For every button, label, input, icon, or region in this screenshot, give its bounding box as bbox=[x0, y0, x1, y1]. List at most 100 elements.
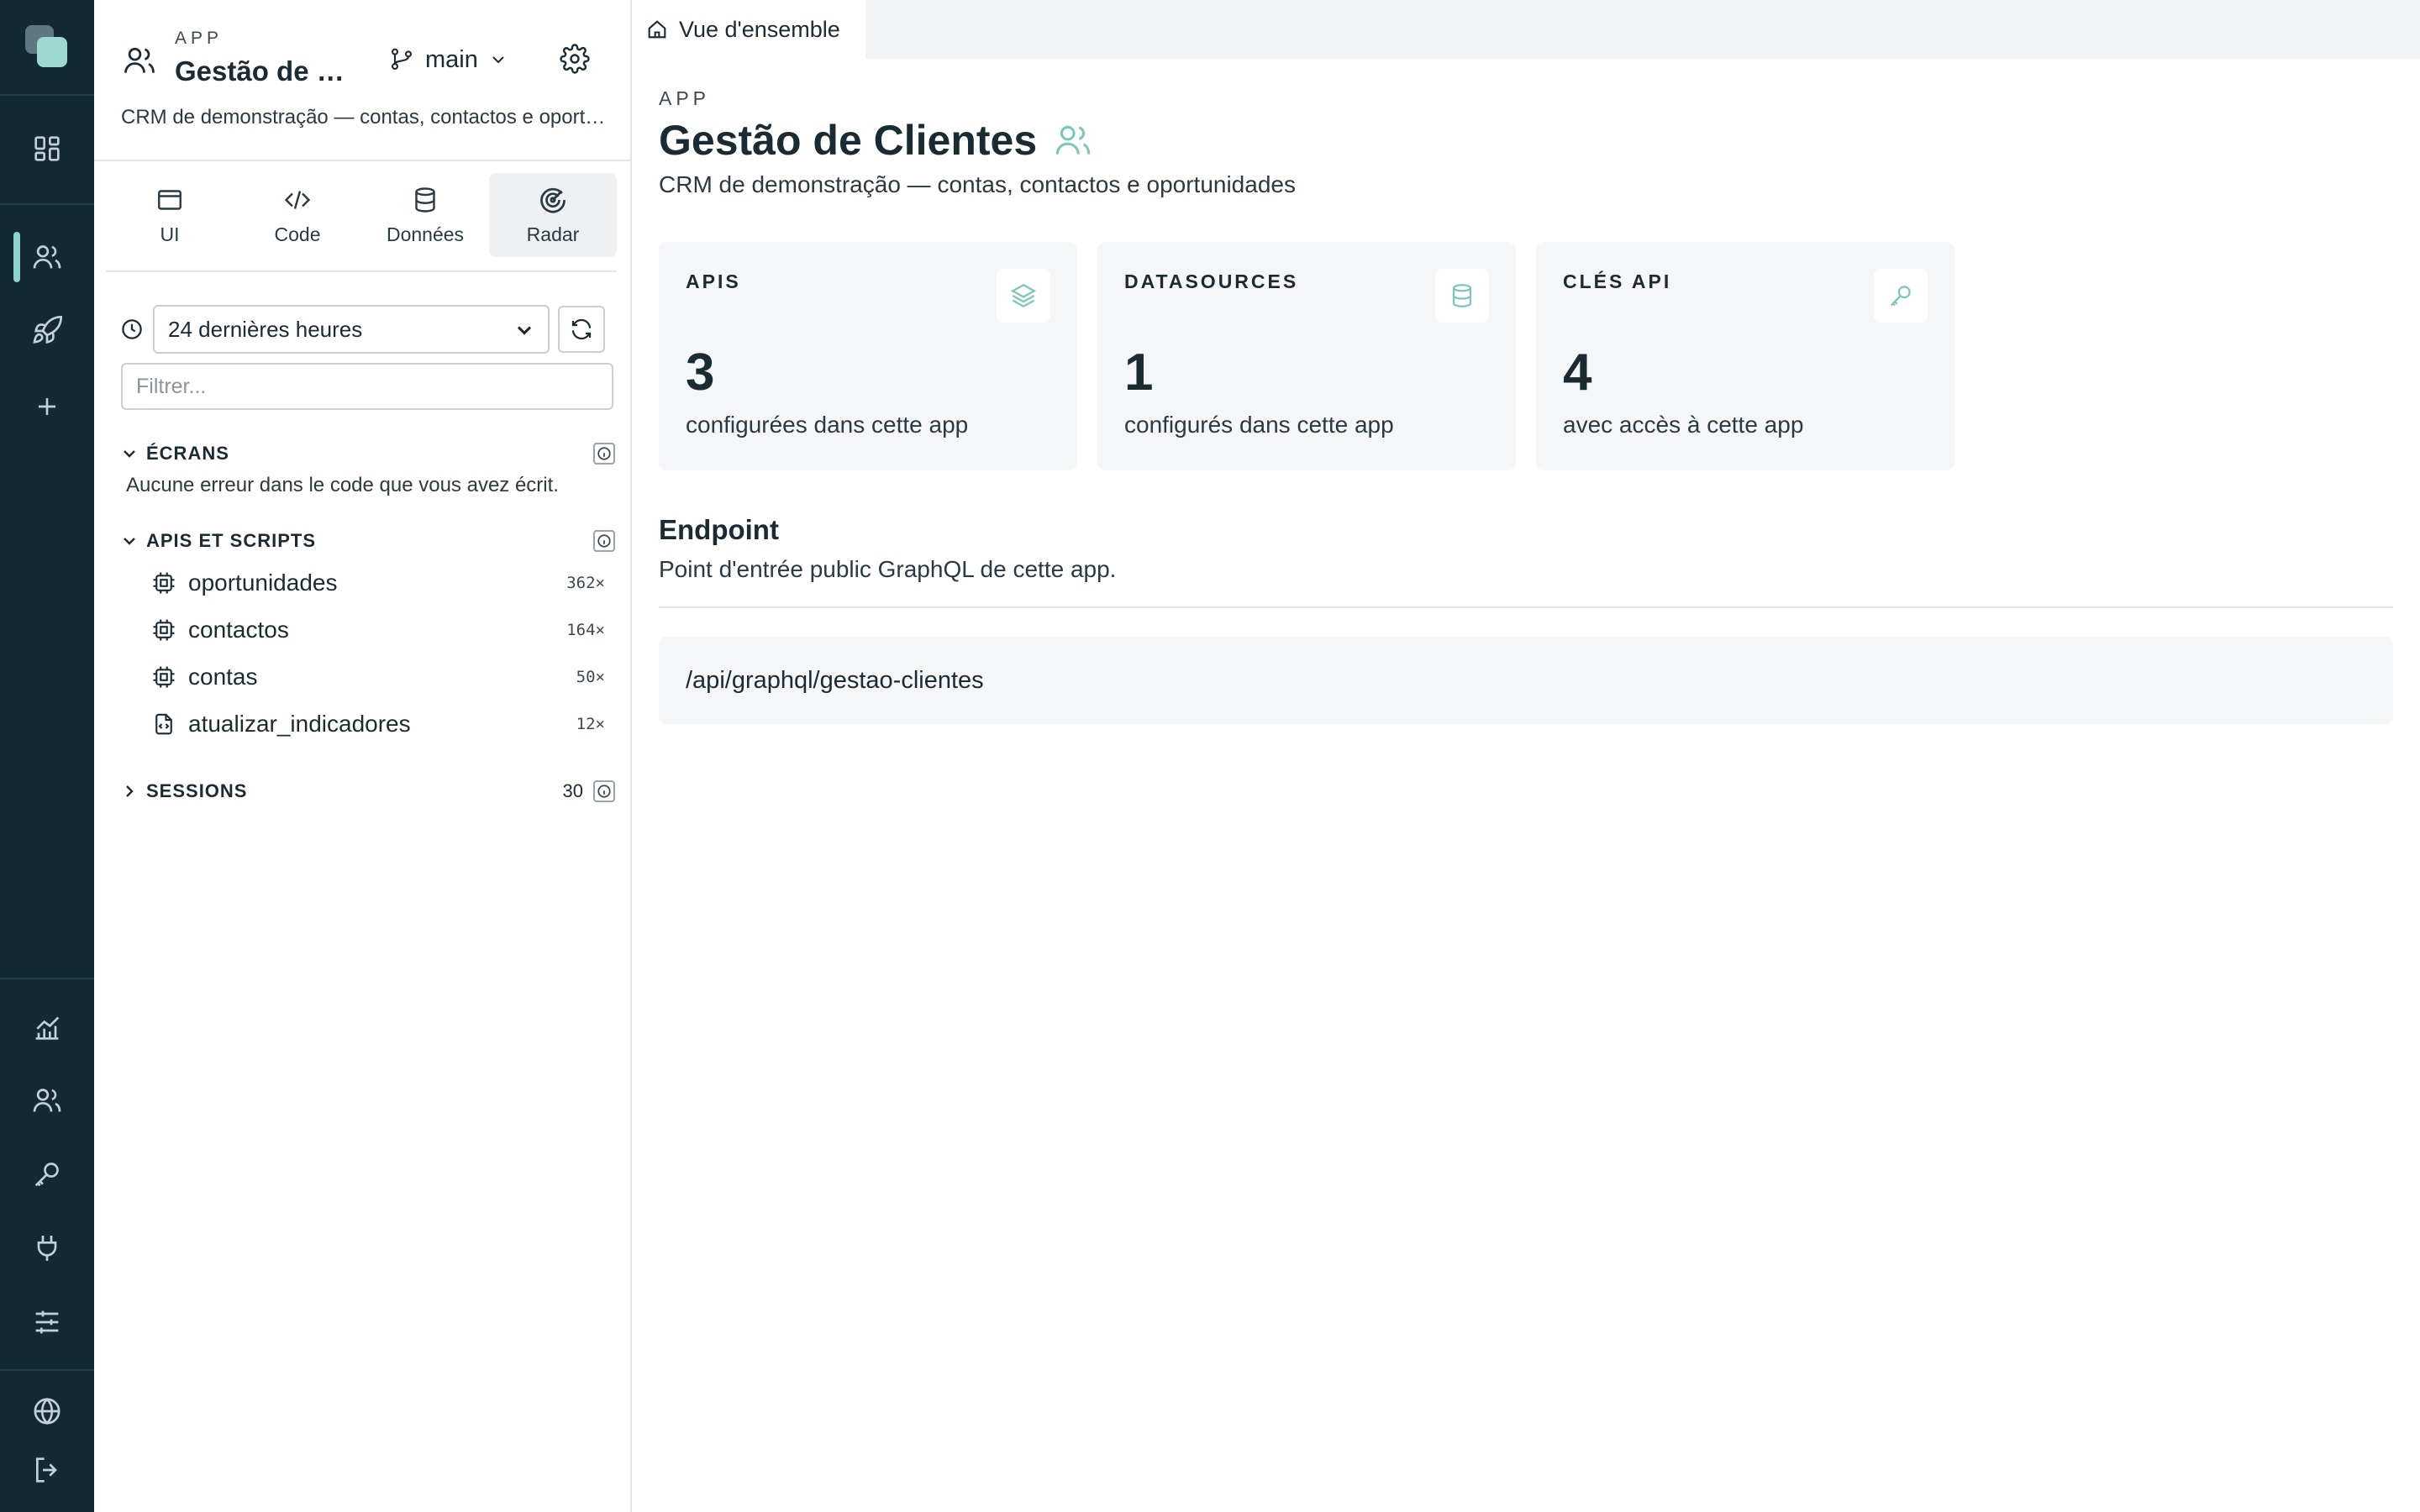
divider bbox=[94, 160, 632, 161]
key-icon[interactable] bbox=[30, 1158, 64, 1191]
card-value: 3 bbox=[686, 344, 715, 402]
section-title: ÉCRANS bbox=[146, 443, 229, 464]
globe-icon[interactable] bbox=[30, 1394, 64, 1428]
section-title: SESSIONS bbox=[146, 780, 248, 801]
item-name: oportunidades bbox=[188, 570, 338, 596]
document-tabbar: Vue d'ensemble bbox=[632, 0, 2420, 59]
refresh-icon bbox=[569, 317, 594, 342]
app-panel: APP Gestão de Clientes main CRM de demon… bbox=[94, 0, 632, 1512]
key-icon bbox=[1874, 269, 1928, 323]
logo[interactable] bbox=[22, 22, 72, 72]
dashboard-icon[interactable] bbox=[30, 132, 64, 165]
tab-label: Radar bbox=[526, 223, 580, 245]
endpoint-path[interactable]: /api/graphql/gestao-clientes bbox=[659, 637, 2393, 724]
time-range-select[interactable]: 24 dernières heures bbox=[153, 305, 550, 354]
chevron-down-icon bbox=[119, 531, 139, 551]
browser-window-icon bbox=[155, 185, 185, 215]
stat-card-api-keys[interactable]: CLÉS API 4 avec accès à cette app bbox=[1536, 242, 1954, 470]
card-value: 4 bbox=[1563, 344, 1592, 402]
sliders-icon[interactable] bbox=[30, 1305, 64, 1339]
branch-selector[interactable]: main bbox=[388, 42, 508, 77]
rail-divider bbox=[0, 203, 94, 205]
rail-divider bbox=[0, 978, 94, 979]
radar-icon bbox=[538, 185, 568, 215]
script-file-icon bbox=[151, 711, 176, 737]
nav-rail bbox=[0, 0, 94, 1512]
item-count: 12× bbox=[576, 715, 605, 733]
info-icon[interactable] bbox=[593, 443, 615, 465]
info-icon[interactable] bbox=[593, 780, 615, 802]
screens-header[interactable]: ÉCRANS bbox=[119, 438, 615, 469]
page-title: Gestão de Clientes bbox=[659, 117, 1038, 164]
item-count: 164× bbox=[566, 621, 605, 639]
app-description: CRM de demonstração — contas, contactos … bbox=[121, 106, 615, 129]
team-icon[interactable] bbox=[30, 1084, 64, 1117]
list-item[interactable]: contas 50× bbox=[151, 654, 605, 701]
list-item[interactable]: oportunidades 362× bbox=[151, 559, 605, 606]
analytics-icon[interactable] bbox=[30, 1011, 64, 1044]
card-value: 1 bbox=[1124, 344, 1154, 402]
screens-section: ÉCRANS Aucune erreur dans le code que vo… bbox=[119, 438, 615, 497]
rail-divider bbox=[0, 94, 94, 96]
item-count: 362× bbox=[566, 574, 605, 592]
panel-tabs: UI Code Données Radar bbox=[106, 173, 617, 257]
time-range-row: 24 dernières heures bbox=[119, 304, 615, 354]
tab-radar[interactable]: Radar bbox=[489, 173, 617, 257]
list-item[interactable]: contactos 164× bbox=[151, 606, 605, 654]
stat-card-datasources[interactable]: DATASOURCES 1 configurés dans cette app bbox=[1097, 242, 1516, 470]
card-caption: configurées dans cette app bbox=[686, 412, 969, 438]
users-icon bbox=[121, 42, 158, 79]
branch-name: main bbox=[425, 45, 478, 73]
tab-label: Code bbox=[274, 223, 321, 245]
tab-overview[interactable]: Vue d'ensemble bbox=[632, 0, 865, 59]
database-icon bbox=[410, 185, 440, 215]
tab-data[interactable]: Données bbox=[361, 173, 489, 257]
code-icon bbox=[282, 185, 313, 215]
logout-icon[interactable] bbox=[30, 1453, 64, 1487]
tab-ui[interactable]: UI bbox=[106, 173, 234, 257]
sessions-section: SESSIONS 30 bbox=[119, 776, 615, 806]
tab-label: Vue d'ensemble bbox=[679, 16, 840, 42]
refresh-button[interactable] bbox=[558, 306, 605, 353]
filter-input[interactable] bbox=[121, 363, 613, 410]
chevron-right-icon bbox=[119, 781, 139, 801]
database-icon bbox=[1435, 269, 1489, 323]
stat-cards: APIS 3 configurées dans cette app DATASO… bbox=[659, 242, 1954, 470]
endpoint-title: Endpoint bbox=[659, 514, 779, 545]
chip-icon bbox=[151, 570, 176, 596]
info-icon[interactable] bbox=[593, 530, 615, 552]
tab-code[interactable]: Code bbox=[234, 173, 361, 257]
card-caption: avec accès à cette app bbox=[1563, 412, 1804, 438]
item-count: 50× bbox=[576, 668, 605, 686]
divider bbox=[106, 270, 617, 272]
clock-icon bbox=[119, 317, 145, 342]
page-title-row: Gestão de Clientes bbox=[659, 116, 1094, 165]
sessions-count: 30 bbox=[562, 780, 583, 801]
main-content: Vue d'ensemble APP Gestão de Clientes CR… bbox=[632, 0, 2420, 1512]
card-label: CLÉS API bbox=[1563, 270, 1672, 292]
stat-card-apis[interactable]: APIS 3 configurées dans cette app bbox=[659, 242, 1077, 470]
layers-icon bbox=[997, 269, 1050, 323]
add-icon[interactable] bbox=[30, 390, 64, 423]
screens-note: Aucune erreur dans le code que vous avez… bbox=[126, 474, 559, 496]
app-kicker: APP bbox=[175, 29, 224, 48]
rocket-icon[interactable] bbox=[30, 314, 64, 348]
plug-icon[interactable] bbox=[30, 1231, 64, 1265]
apis-header[interactable]: APIS ET SCRIPTS bbox=[119, 526, 615, 556]
item-name: atualizar_indicadores bbox=[188, 711, 411, 737]
git-branch-icon bbox=[388, 46, 415, 73]
endpoint-subtitle: Point d'entrée public GraphQL de cette a… bbox=[659, 556, 1117, 582]
card-label: APIS bbox=[686, 270, 741, 292]
sessions-header[interactable]: SESSIONS 30 bbox=[119, 776, 615, 806]
chevron-down-icon bbox=[488, 50, 508, 70]
divider bbox=[659, 606, 2393, 608]
home-icon bbox=[645, 18, 669, 41]
tab-label: UI bbox=[160, 223, 180, 245]
time-range-value: 24 dernières heures bbox=[168, 316, 363, 342]
gear-icon[interactable] bbox=[560, 44, 590, 74]
item-name: contas bbox=[188, 664, 258, 690]
chip-icon bbox=[151, 617, 176, 643]
users-icon[interactable] bbox=[30, 240, 64, 274]
list-item[interactable]: atualizar_indicadores 12× bbox=[151, 701, 605, 748]
rail-divider bbox=[0, 1369, 94, 1371]
